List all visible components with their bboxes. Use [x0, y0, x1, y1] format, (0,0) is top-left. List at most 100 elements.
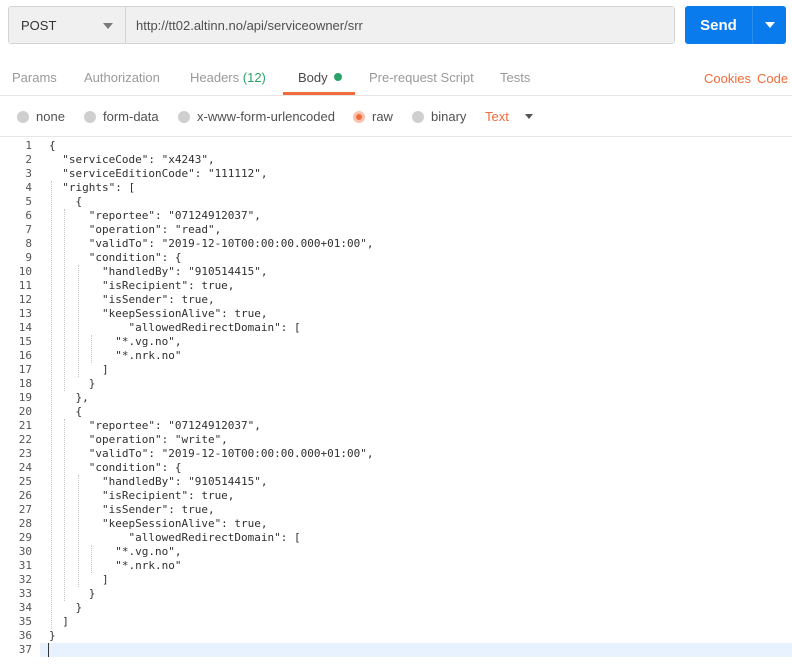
tab-prerequest-script[interactable]: Pre-request Script	[369, 70, 474, 85]
radio-none[interactable]: none	[17, 109, 65, 124]
body-active-dot-icon	[333, 73, 342, 81]
line-number: 17	[18, 363, 32, 376]
text-cursor	[48, 643, 49, 657]
code-line: {	[49, 139, 56, 152]
format-select[interactable]: Text	[485, 109, 533, 124]
line-number: 9	[25, 251, 32, 264]
line-number: 24	[18, 461, 32, 474]
code-line: "rights": [	[49, 181, 136, 194]
line-number: 21	[18, 419, 32, 432]
radio-icon	[178, 110, 190, 123]
code-line: "allowedRedirectDomain": [	[49, 531, 301, 544]
line-number: 32	[18, 573, 32, 586]
code-line: }	[49, 587, 96, 600]
tab-authorization[interactable]: Authorization	[84, 70, 160, 85]
code-line: "keepSessionAlive": true,	[49, 307, 268, 320]
line-number: 4	[25, 181, 32, 194]
code-line: "keepSessionAlive": true,	[49, 517, 268, 530]
radio-icon	[412, 110, 424, 123]
code-line: ]	[49, 363, 109, 376]
code-line: }	[49, 601, 83, 614]
radio-form-data[interactable]: form-data	[84, 109, 159, 124]
line-number: 7	[25, 223, 32, 236]
code-line: {	[49, 195, 83, 208]
radio-icon	[84, 110, 96, 123]
line-number: 6	[25, 209, 32, 222]
code-line: "*.nrk.no"	[49, 349, 182, 362]
code-line: "*.vg.no",	[49, 335, 182, 348]
chevron-down-icon	[764, 22, 775, 28]
line-number: 2	[25, 153, 32, 166]
body-editor[interactable]: 1 2 3 4 5 6 7 8 9 10 11 12 13 14 15 16 17 18 19 20 21 22 23 24 2…	[0, 138, 792, 666]
current-line-highlight	[0, 643, 792, 657]
line-number: 3	[25, 167, 32, 180]
line-number: 5	[25, 195, 32, 208]
line-number: 25	[18, 475, 32, 488]
code-line: "serviceCode": "x4243",	[49, 153, 215, 166]
method-label: POST	[21, 17, 57, 33]
line-number: 16	[18, 349, 32, 362]
radio-form-data-label: form-data	[103, 109, 159, 124]
radio-urlencoded-label: x-www-form-urlencoded	[197, 109, 335, 124]
code-line: ]	[49, 615, 69, 628]
radio-selected-icon	[353, 110, 365, 123]
code-line: "operation": "write",	[49, 433, 228, 446]
line-number: 12	[18, 293, 32, 306]
code-line: "isSender": true,	[49, 293, 215, 306]
line-number: 15	[18, 335, 32, 348]
tab-params[interactable]: Params	[12, 70, 57, 85]
code-line: ]	[49, 573, 109, 586]
code-line: }	[49, 377, 96, 390]
radio-raw[interactable]: raw	[353, 109, 393, 124]
tab-body[interactable]: Body	[298, 70, 342, 85]
line-number: 30	[18, 545, 32, 558]
radio-binary[interactable]: binary	[412, 109, 466, 124]
line-number: 18	[18, 377, 32, 390]
line-number: 36	[18, 629, 32, 642]
cookies-link[interactable]: Cookies	[704, 71, 751, 86]
line-number: 28	[18, 517, 32, 530]
tab-headers[interactable]: Headers (12)	[190, 70, 266, 85]
code-line: "condition": {	[49, 251, 182, 264]
line-number: 29	[18, 531, 32, 544]
code-line: "*.nrk.no"	[49, 559, 182, 572]
code-line: "reportee": "07124912037",	[49, 419, 261, 432]
code-line: "handledBy": "910514415",	[49, 265, 268, 278]
radio-binary-label: binary	[431, 109, 467, 124]
tab-headers-label: Headers	[190, 70, 240, 85]
radio-none-label: none	[36, 109, 65, 124]
radio-icon	[17, 110, 29, 123]
tab-body-label: Body	[298, 70, 328, 85]
radio-raw-label: raw	[372, 109, 393, 124]
chevron-down-icon	[103, 23, 113, 29]
line-number: 35	[18, 615, 32, 628]
radio-urlencoded[interactable]: x-www-form-urlencoded	[178, 109, 335, 124]
code-link[interactable]: Code	[757, 71, 788, 86]
active-tab-indicator	[283, 92, 355, 95]
send-button[interactable]: Send	[685, 6, 752, 44]
line-number: 1	[25, 139, 32, 152]
line-number: 11	[18, 279, 32, 292]
chevron-down-icon	[524, 114, 533, 119]
line-number: 22	[18, 433, 32, 446]
code-line: "validTo": "2019-12-10T00:00:00.000+01:0…	[49, 237, 374, 250]
code-line: "operation": "read",	[49, 223, 222, 236]
code-line: "isRecipient": true,	[49, 489, 235, 502]
tab-tests[interactable]: Tests	[500, 70, 530, 85]
line-number: 26	[18, 489, 32, 502]
method-select[interactable]: POST	[9, 7, 126, 43]
line-number: 37	[18, 643, 32, 656]
url-input[interactable]: http://tt02.altinn.no/api/serviceowner/s…	[126, 7, 674, 43]
send-options-button[interactable]	[752, 6, 786, 44]
line-number: 23	[18, 447, 32, 460]
line-number: 19	[18, 391, 32, 404]
code-line: "condition": {	[49, 461, 182, 474]
code-line: {	[49, 405, 83, 418]
line-number: 33	[18, 587, 32, 600]
code-line: "serviceEditionCode": "111112",	[49, 167, 268, 180]
request-bar: POST http://tt02.altinn.no/api/serviceow…	[8, 6, 675, 44]
line-number: 34	[18, 601, 32, 614]
code-line: "handledBy": "910514415",	[49, 475, 268, 488]
line-number: 20	[18, 405, 32, 418]
code-line: "validTo": "2019-12-10T00:00:00.000+01:0…	[49, 447, 374, 460]
